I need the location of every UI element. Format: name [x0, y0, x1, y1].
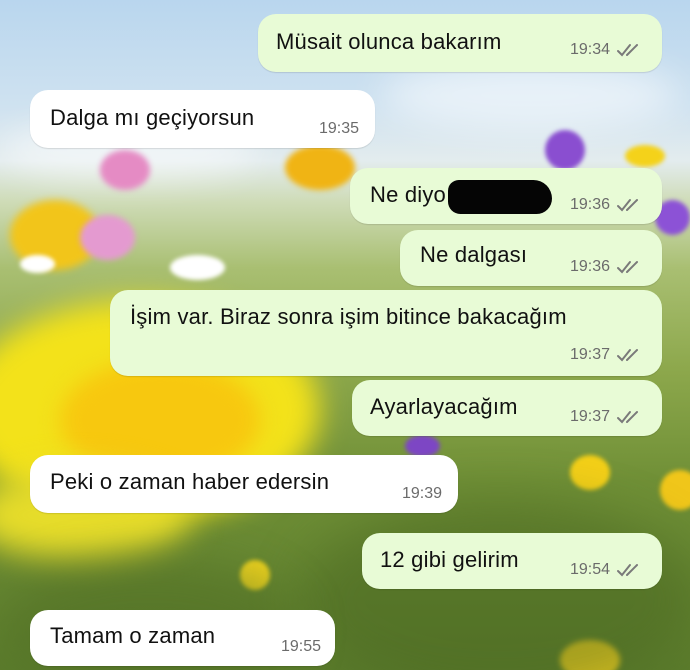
- message-time: 19:55: [280, 638, 321, 655]
- message-time: 19:54: [569, 561, 610, 578]
- message-meta: 19:39: [402, 485, 442, 503]
- double-check-icon: [617, 44, 638, 57]
- message-meta: 19:35: [319, 120, 359, 138]
- message-bubble-outgoing[interactable]: Ne diyo 19:36: [350, 168, 662, 224]
- message-text: Ne diyo: [370, 182, 446, 207]
- message-text: Müsait olunca bakarım: [276, 29, 502, 54]
- message-text: Ayarlayacağım: [370, 394, 518, 419]
- message-bubble-outgoing[interactable]: Ayarlayacağım 19:37: [352, 380, 662, 436]
- message-text: Tamam o zaman: [50, 623, 216, 648]
- message-meta: 19:37: [570, 346, 644, 364]
- message-meta: 19:36: [570, 196, 644, 214]
- message-meta: 19:37: [570, 408, 644, 426]
- message-time: 19:37: [569, 346, 610, 363]
- message-text: Dalga mı geçiyorsun: [50, 105, 255, 130]
- message-bubble-outgoing[interactable]: 12 gibi gelirim 19:54: [362, 533, 662, 589]
- message-bubble-outgoing[interactable]: Müsait olunca bakarım 19:34: [258, 14, 662, 72]
- double-check-icon: [617, 411, 638, 424]
- message-bubble-incoming[interactable]: Tamam o zaman 19:55: [30, 610, 335, 666]
- message-time: 19:35: [318, 120, 359, 137]
- message-meta: 19:36: [570, 258, 644, 276]
- message-time: 19:36: [569, 196, 610, 213]
- message-bubble-incoming[interactable]: Dalga mı geçiyorsun 19:35: [30, 90, 375, 148]
- message-text: İşim var. Biraz sonra işim bitince bakac…: [130, 304, 567, 329]
- double-check-icon: [617, 349, 638, 362]
- message-meta: 19:34: [570, 41, 644, 59]
- redaction-mark: [448, 180, 552, 214]
- message-bubble-outgoing[interactable]: Ne dalgası 19:36: [400, 230, 662, 286]
- double-check-icon: [617, 564, 638, 577]
- message-time: 19:36: [569, 258, 610, 275]
- message-text: Peki o zaman haber edersin: [50, 469, 330, 494]
- double-check-icon: [617, 199, 638, 212]
- double-check-icon: [617, 261, 638, 274]
- message-time: 19:34: [569, 41, 610, 58]
- message-meta: 19:54: [570, 561, 644, 579]
- message-time: 19:39: [401, 485, 442, 502]
- message-time: 19:37: [569, 408, 610, 425]
- message-bubble-outgoing[interactable]: İşim var. Biraz sonra işim bitince bakac…: [110, 290, 662, 376]
- message-meta: 19:55: [281, 638, 321, 656]
- message-text: Ne dalgası: [420, 242, 528, 267]
- message-bubble-incoming[interactable]: Peki o zaman haber edersin 19:39: [30, 455, 458, 513]
- message-text: 12 gibi gelirim: [380, 547, 519, 572]
